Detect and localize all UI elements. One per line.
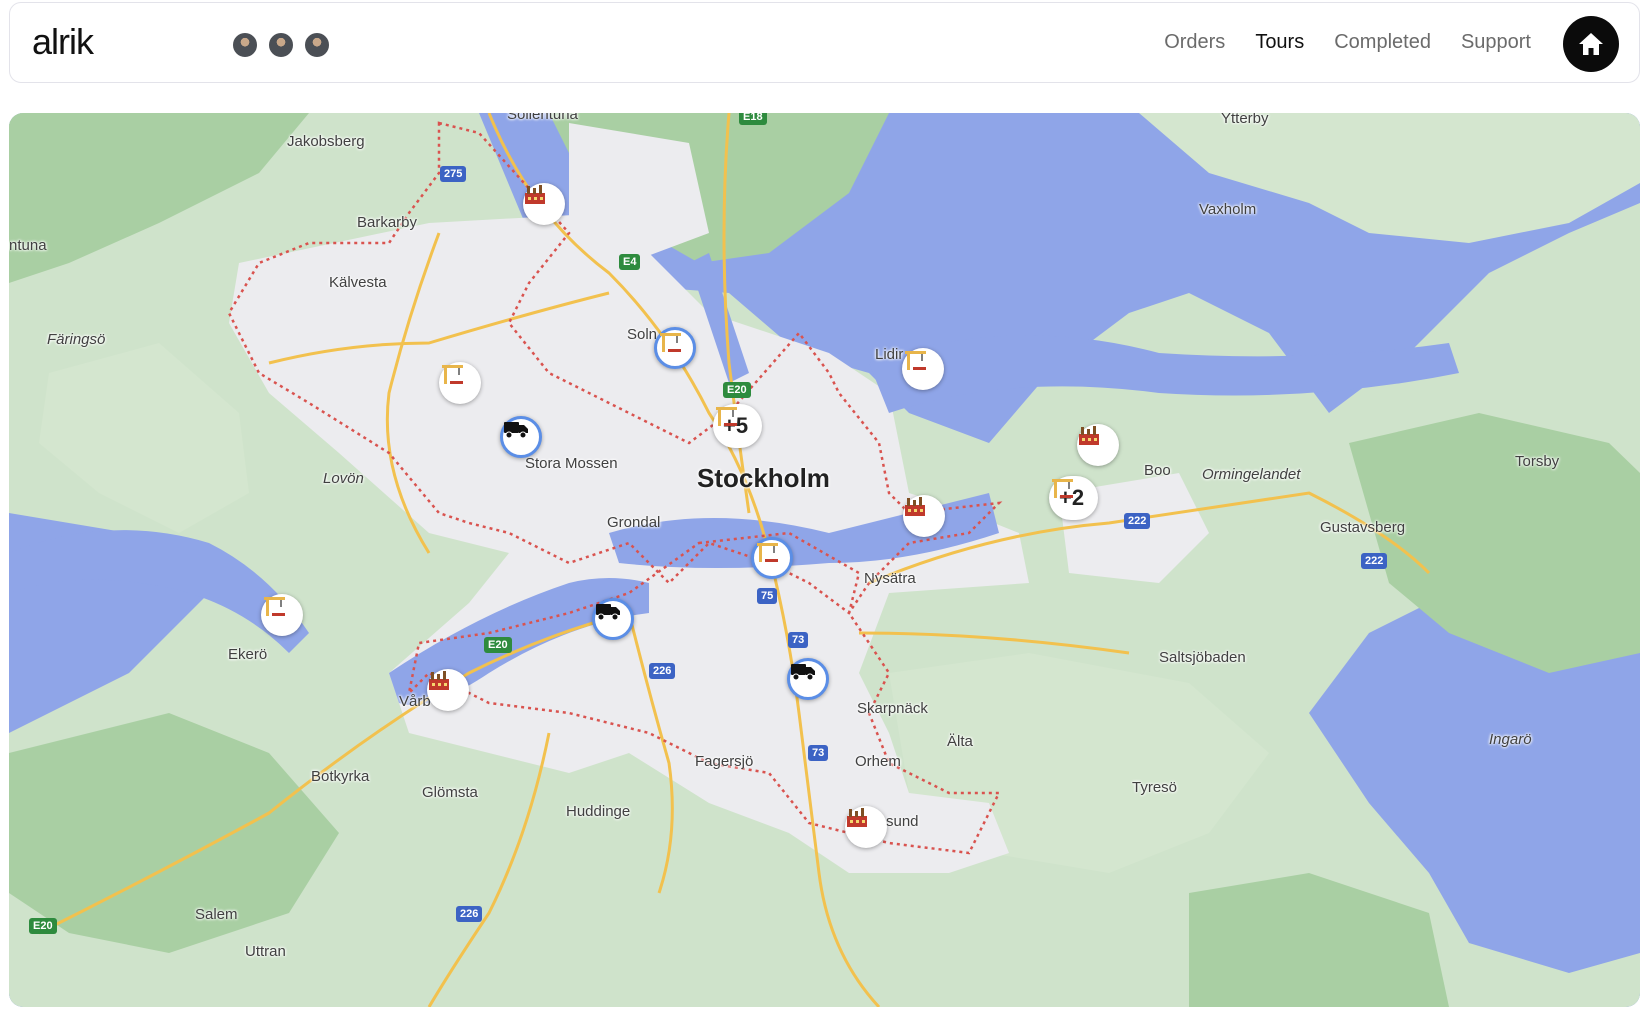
place-label: Orhem — [855, 753, 901, 770]
truck-icon — [504, 422, 528, 439]
place-label: Jakobsberg — [287, 133, 365, 150]
place-label: Saltsjöbaden — [1159, 649, 1246, 666]
crane-cluster[interactable]: +2 — [1049, 476, 1099, 520]
place-label: Gustavsberg — [1320, 519, 1406, 536]
road-shield: 275 — [440, 166, 467, 182]
map-base-layer — [9, 113, 1640, 1007]
place-label: Glömsta — [422, 784, 478, 801]
place-label: sund — [886, 813, 919, 830]
home-button[interactable] — [1563, 16, 1619, 72]
place-label: Botkyrka — [311, 768, 370, 785]
alrik-logo[interactable]: alrik — [32, 21, 94, 63]
road-shield: 222 — [1124, 513, 1151, 529]
crane-icon — [716, 407, 737, 426]
nav-tours[interactable]: Tours — [1255, 31, 1304, 54]
road-shield: 73 — [808, 745, 829, 761]
place-label: Skarpnäck — [857, 700, 928, 717]
place-label: Vårb — [399, 693, 431, 710]
crane-icon — [905, 351, 926, 370]
factory-icon — [905, 497, 925, 516]
place-label: Tyresö — [1132, 779, 1178, 796]
place-label: Sollentuna — [507, 113, 578, 123]
truck-marker[interactable] — [500, 416, 542, 458]
place-label: Torsby — [1515, 453, 1560, 470]
factory-marker[interactable] — [1077, 424, 1119, 466]
top-header: alrik Orders Tours Completed Support — [9, 2, 1640, 83]
place-label: Ekerö — [228, 646, 268, 663]
place-label: Ytterby — [1221, 113, 1269, 127]
road-shield: E18 — [739, 113, 767, 125]
place-label: Ingarö — [1489, 731, 1532, 748]
factory-icon — [525, 185, 545, 204]
place-label: Lidir — [875, 346, 904, 363]
crane-marker[interactable] — [654, 327, 696, 369]
truck-marker[interactable] — [787, 658, 829, 700]
place-label: Nysätra — [864, 570, 916, 587]
nav-orders[interactable]: Orders — [1164, 31, 1225, 54]
crane-marker[interactable] — [261, 594, 303, 636]
road-shield: 75 — [757, 588, 778, 604]
road-shield: E4 — [619, 254, 641, 270]
place-label: Älta — [947, 733, 973, 750]
place-label: Kälvesta — [329, 274, 387, 291]
crane-marker[interactable] — [902, 348, 944, 390]
road-shield: E20 — [29, 918, 57, 934]
factory-icon — [847, 808, 867, 827]
road-shield: 222 — [1361, 553, 1388, 569]
truck-icon — [596, 604, 620, 621]
place-label: Lovön — [323, 470, 364, 487]
factory-marker[interactable] — [845, 806, 887, 848]
place-label: Uttran — [245, 943, 286, 960]
crane-marker[interactable] — [439, 362, 481, 404]
place-label: Boo — [1144, 462, 1171, 479]
crane-cluster[interactable]: +5 — [713, 404, 763, 448]
truck-marker[interactable] — [592, 598, 634, 640]
place-label: Vaxholm — [1199, 201, 1257, 218]
place-label: Huddinge — [566, 803, 631, 820]
place-label: Fagersjö — [695, 753, 754, 770]
nav-support[interactable]: Support — [1461, 31, 1531, 54]
road-shield: 73 — [788, 632, 809, 648]
crane-marker[interactable] — [751, 537, 793, 579]
place-label: Grondal — [607, 514, 661, 531]
place-label: ntuna — [9, 237, 47, 254]
place-label: Stora Mossen — [525, 455, 618, 472]
main-nav: Orders Tours Completed Support — [1164, 31, 1531, 54]
crane-icon — [660, 333, 681, 352]
home-icon — [1579, 33, 1603, 55]
avatar[interactable] — [303, 31, 331, 59]
nav-completed[interactable]: Completed — [1334, 31, 1431, 54]
tour-map[interactable]: Sollentuna Jakobsberg Barkarby Kälvesta … — [9, 113, 1640, 1007]
place-label: Barkarby — [357, 214, 418, 231]
factory-marker[interactable] — [903, 495, 945, 537]
road-shield: E20 — [484, 637, 512, 653]
crane-icon — [264, 597, 285, 616]
avatar[interactable] — [231, 31, 259, 59]
crane-icon — [1052, 479, 1073, 498]
road-shield: E20 — [723, 382, 751, 398]
place-label: Färingsö — [47, 331, 106, 348]
place-label: Ormingelandet — [1202, 466, 1301, 483]
factory-marker[interactable] — [427, 669, 469, 711]
crane-icon — [757, 543, 778, 562]
crane-icon — [442, 365, 463, 384]
place-label: Soln — [627, 326, 658, 343]
truck-icon — [791, 664, 815, 681]
factory-icon — [429, 671, 449, 690]
factory-icon — [1079, 426, 1099, 445]
factory-marker[interactable] — [523, 183, 565, 225]
avatar[interactable] — [267, 31, 295, 59]
road-shield: 226 — [649, 663, 676, 679]
place-label: Salem — [195, 906, 238, 923]
road-shield: 226 — [456, 906, 483, 922]
city-label-stockholm: Stockholm — [697, 463, 830, 493]
